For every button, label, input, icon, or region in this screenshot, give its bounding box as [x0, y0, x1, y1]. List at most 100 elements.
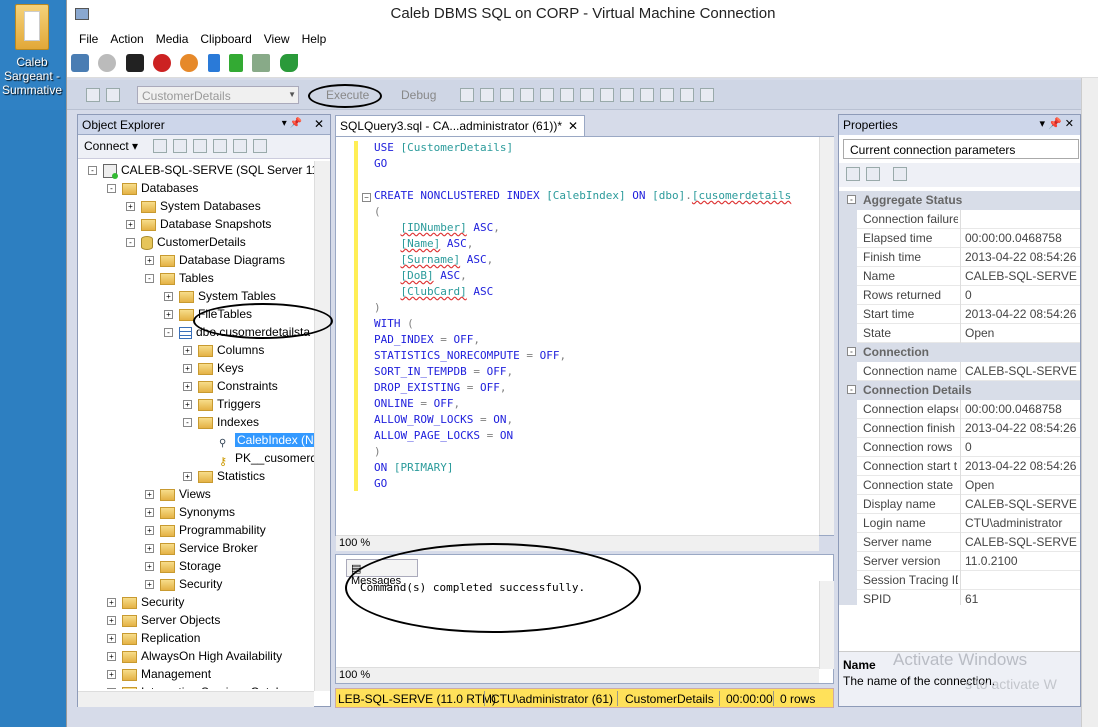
specify-values-icon[interactable]	[680, 88, 694, 102]
display-plan-icon[interactable]	[480, 88, 494, 102]
tree-node[interactable]: ⚷ PK__cusomerd	[202, 449, 314, 468]
title-bar[interactable]: Caleb DBMS SQL on CORP - Virtual Machine…	[67, 0, 1098, 30]
expand-icon[interactable]: +	[183, 364, 192, 374]
property-row[interactable]: Connection start t 2013-04-22 08:54:26 P	[839, 457, 1080, 476]
shutdown-icon[interactable]	[153, 54, 172, 72]
menu-clipboard[interactable]: Clipboard	[194, 30, 257, 46]
menu-file[interactable]: File	[73, 30, 104, 46]
expand-icon[interactable]: +	[145, 544, 154, 554]
disconnect-icon[interactable]	[173, 139, 187, 153]
tab-close-icon[interactable]: ✕	[568, 119, 578, 133]
collapse-icon[interactable]: -	[126, 238, 135, 248]
expand-icon[interactable]: +	[145, 562, 154, 572]
property-row[interactable]: Name CALEB-SQL-SERVE	[839, 267, 1080, 286]
expand-icon[interactable]: +	[145, 256, 154, 266]
indent-icon[interactable]	[660, 88, 674, 102]
desktop-icon-caleb-summative[interactable]: Caleb Sargeant - Summative	[0, 0, 64, 110]
expand-icon[interactable]: +	[126, 220, 135, 230]
toolbar-icon-2[interactable]	[106, 88, 120, 102]
collapse-icon[interactable]: -	[183, 418, 192, 428]
property-row[interactable]: Start time 2013-04-22 08:54:26 P	[839, 305, 1080, 324]
editor-vscrollbar[interactable]	[819, 137, 834, 535]
expand-icon[interactable]: +	[183, 346, 192, 356]
pin-icon[interactable]: ▾ 📌	[282, 118, 302, 129]
close-icon[interactable]: ✕	[314, 117, 324, 131]
expand-icon[interactable]: +	[107, 598, 116, 608]
expand-icon[interactable]: +	[183, 472, 192, 482]
tree-node[interactable]: - Indexes	[183, 413, 259, 431]
property-row[interactable]: Connection name CALEB-SQL-SERVE (C	[839, 362, 1080, 381]
property-row[interactable]: Connection finish 2013-04-22 08:54:26 P	[839, 419, 1080, 438]
tree-node[interactable]: + Replication	[107, 629, 200, 647]
results-file-icon[interactable]	[580, 88, 594, 102]
expand-icon[interactable]: +	[145, 580, 154, 590]
tree-node[interactable]: + Constraints	[183, 377, 278, 395]
menu-view[interactable]: View	[258, 30, 296, 46]
stop-icon[interactable]	[193, 139, 207, 153]
messages-vscrollbar[interactable]	[819, 581, 834, 669]
tree-node[interactable]: + System Databases	[126, 197, 261, 215]
collapse-region-icon[interactable]: −	[362, 193, 371, 202]
collapse-icon[interactable]: -	[88, 166, 97, 176]
tree-node[interactable]: + Database Diagrams	[145, 251, 285, 269]
uncomment-icon[interactable]	[620, 88, 634, 102]
tree-node[interactable]: + Columns	[183, 341, 264, 359]
power-icon[interactable]	[180, 54, 199, 72]
connect-button[interactable]: Connect ▾	[84, 139, 138, 153]
toolbar-icon-1[interactable]	[86, 88, 100, 102]
tree-node[interactable]: + Security	[145, 575, 222, 593]
expand-icon[interactable]: +	[107, 670, 116, 680]
tree-node[interactable]: + Triggers	[183, 395, 261, 413]
tree-node[interactable]: + Integration Services Catalogs	[107, 683, 298, 689]
expand-icon[interactable]: +	[126, 202, 135, 212]
expand-icon[interactable]: +	[107, 616, 116, 626]
editor-hscrollbar[interactable]: 100 %	[336, 535, 819, 551]
refresh-icon[interactable]	[233, 139, 247, 153]
object-explorer-hscrollbar[interactable]	[78, 691, 314, 707]
revert-icon[interactable]	[279, 54, 298, 72]
tree-node[interactable]: - Databases	[107, 179, 198, 197]
pause-icon[interactable]	[207, 54, 220, 72]
alphabetical-icon[interactable]	[866, 167, 880, 181]
messages-zoom[interactable]: 100 %	[336, 668, 373, 682]
filter-icon[interactable]	[213, 139, 227, 153]
results-text-icon[interactable]	[540, 88, 554, 102]
collapse-icon[interactable]: -	[145, 274, 154, 284]
query-designer-icon[interactable]	[500, 88, 514, 102]
snapshot-icon[interactable]	[252, 54, 271, 72]
property-pages-icon[interactable]	[893, 167, 907, 181]
connect-db-icon[interactable]	[153, 139, 167, 153]
collapse-icon[interactable]: -	[847, 195, 856, 204]
collapse-icon[interactable]: -	[107, 184, 116, 194]
properties-pin-icon[interactable]: ▾ 📌 ✕	[1039, 117, 1074, 130]
tree-node[interactable]: - CustomerDetails	[126, 233, 246, 251]
tree-node[interactable]: + Programmability	[145, 521, 266, 539]
expand-icon[interactable]: +	[145, 490, 154, 500]
start-icon[interactable]	[98, 54, 117, 72]
expand-icon[interactable]: +	[183, 382, 192, 392]
property-category[interactable]: - Aggregate Status	[839, 191, 1080, 210]
tree-node[interactable]: + Management	[107, 665, 211, 683]
property-row[interactable]: Rows returned 0	[839, 286, 1080, 305]
tree-node[interactable]: ⚲ CalebIndex (N	[202, 431, 314, 449]
outdent-icon[interactable]	[640, 88, 654, 102]
toolbar-options-icon[interactable]	[700, 88, 714, 102]
property-row[interactable]: Finish time 2013-04-22 08:54:26 P	[839, 248, 1080, 267]
comment-icon[interactable]	[600, 88, 614, 102]
results-grid-icon[interactable]	[560, 88, 574, 102]
property-row[interactable]: Connection state Open	[839, 476, 1080, 495]
tree-node[interactable]: - CALEB-SQL-SERVE (SQL Server 11.0.	[88, 161, 314, 179]
expand-icon[interactable]: +	[164, 292, 173, 302]
tree-node[interactable]: + Keys	[183, 359, 244, 377]
expand-icon[interactable]: +	[107, 652, 116, 662]
tree-node[interactable]: + Server Objects	[107, 611, 220, 629]
expand-icon[interactable]: +	[164, 310, 173, 320]
available-databases-combo[interactable]: CustomerDetails ▼	[137, 86, 299, 104]
property-row[interactable]: Elapsed time 00:00:00.0468758	[839, 229, 1080, 248]
collapse-icon[interactable]: -	[847, 347, 856, 356]
property-row[interactable]: Server version 11.0.2100	[839, 552, 1080, 571]
resume-icon[interactable]	[229, 54, 244, 72]
property-row[interactable]: Server name CALEB-SQL-SERVE	[839, 533, 1080, 552]
menu-help[interactable]: Help	[296, 30, 333, 46]
tab-sqlquery3[interactable]: SQLQuery3.sql - CA...administrator (61))…	[335, 115, 585, 136]
